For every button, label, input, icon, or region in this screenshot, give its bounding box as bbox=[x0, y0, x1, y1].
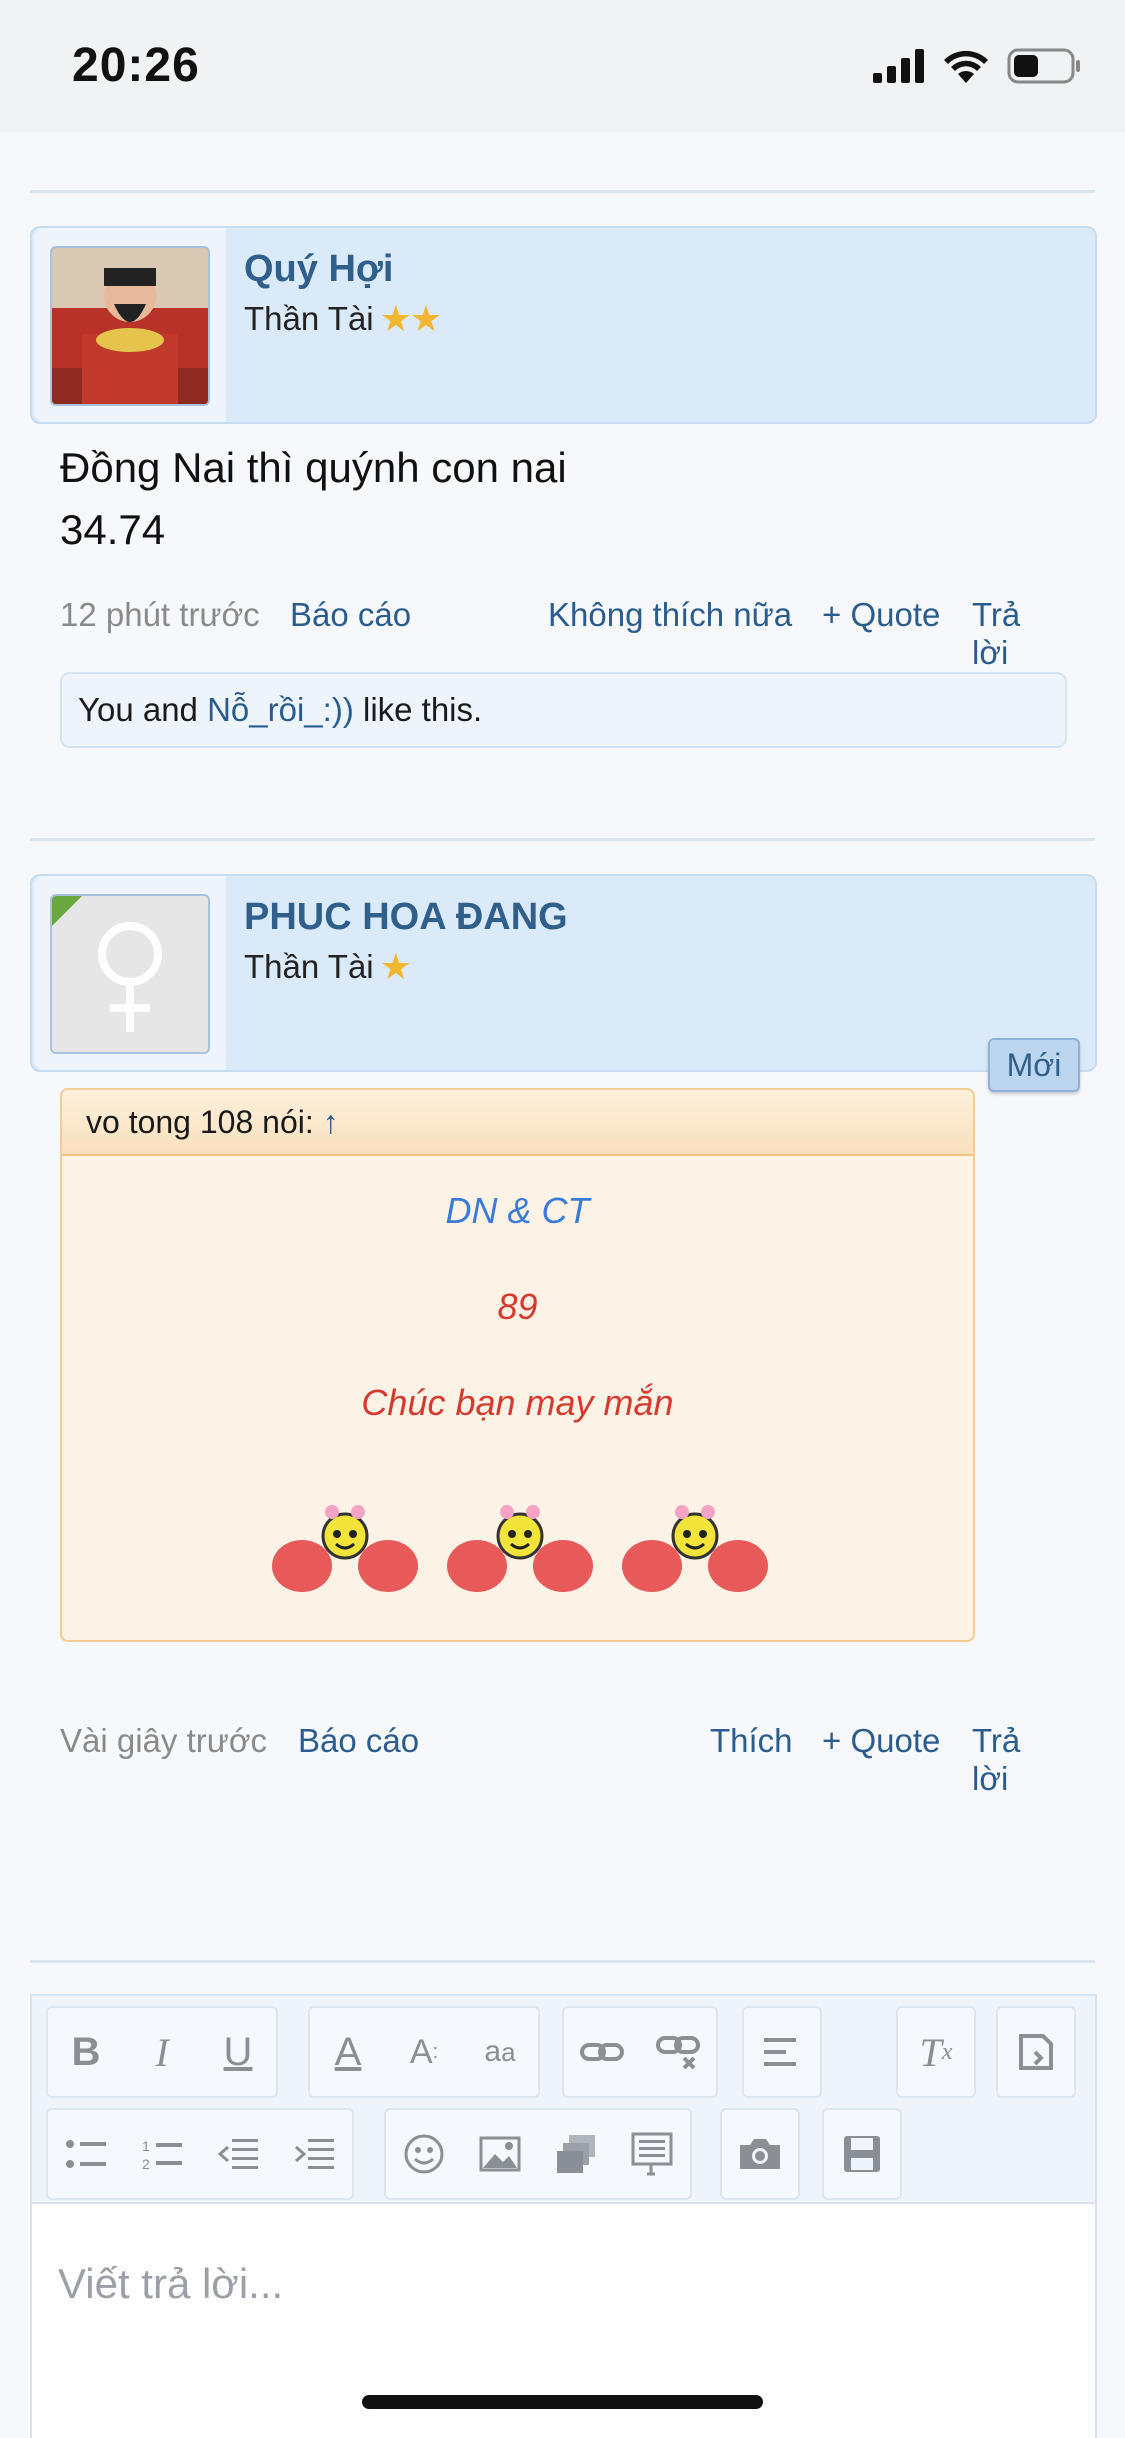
avatar-wrap bbox=[34, 876, 226, 1070]
quote-author: vo tong 108 nói: bbox=[86, 1104, 314, 1140]
template-icon[interactable] bbox=[614, 2110, 690, 2198]
signal-icon bbox=[873, 49, 924, 83]
underline-icon[interactable]: U bbox=[200, 2008, 276, 2096]
toolbar-group: 12 bbox=[46, 2108, 354, 2200]
likes-text: You and Nỗ_rồi_:)) like this. bbox=[78, 674, 482, 746]
quote-line: DN & CT bbox=[445, 1190, 590, 1231]
avatar-image bbox=[52, 248, 208, 404]
remove-format-icon[interactable]: Tx bbox=[898, 2008, 974, 2096]
post-meta: 12 phút trước Báo cáo Không thích nữa + … bbox=[60, 596, 1065, 671]
quote-link[interactable]: + Quote bbox=[822, 1722, 940, 1760]
bee-emoticon bbox=[622, 1505, 768, 1592]
toolbar-group bbox=[822, 2108, 902, 2200]
toolbar-group bbox=[742, 2006, 822, 2098]
post-meta: Vài giây trước Báo cáo Thích + Quote Trả… bbox=[60, 1722, 1065, 1797]
quote-line: Chúc bạn may mắn bbox=[361, 1382, 674, 1423]
female-icon bbox=[52, 896, 162, 1032]
toolbar-group: B I U bbox=[46, 2006, 278, 2098]
toolbar-group bbox=[996, 2006, 1076, 2098]
report-link[interactable]: Báo cáo bbox=[290, 596, 411, 634]
star-icon: ★ bbox=[379, 298, 412, 339]
media-icon[interactable] bbox=[538, 2110, 614, 2198]
reply-input[interactable]: Viết trả lời... bbox=[58, 2260, 283, 2308]
avatar[interactable] bbox=[50, 246, 210, 406]
star-icon: ★ bbox=[379, 946, 412, 987]
reply-link[interactable]: Trả lời bbox=[972, 1722, 1065, 1798]
align-icon[interactable] bbox=[744, 2008, 820, 2096]
image-icon[interactable] bbox=[462, 2110, 538, 2198]
unlike-link[interactable]: Không thích nữa bbox=[548, 596, 792, 634]
toolbar-group bbox=[384, 2108, 692, 2200]
divider bbox=[30, 1960, 1095, 1963]
likes-summary: You and Nỗ_rồi_:)) like this. bbox=[60, 672, 1067, 748]
username[interactable]: PHUC HOA ĐANG bbox=[244, 896, 568, 939]
quote-line: 89 bbox=[497, 1286, 538, 1327]
save-icon[interactable] bbox=[824, 2110, 900, 2198]
bullet-list-icon[interactable] bbox=[48, 2110, 124, 2198]
message-line: 34.74 bbox=[60, 506, 166, 553]
report-link[interactable]: Báo cáo bbox=[298, 1722, 419, 1760]
quote-header: vo tong 108 nói: ↑ bbox=[62, 1090, 973, 1156]
avatar[interactable] bbox=[50, 894, 210, 1054]
post-time[interactable]: 12 phút trước bbox=[60, 596, 260, 634]
bee-emoticon bbox=[272, 1505, 418, 1592]
battery-icon bbox=[1007, 48, 1080, 84]
username[interactable]: Quý Hợi bbox=[244, 248, 393, 291]
divider bbox=[30, 838, 1095, 841]
toolbar-group bbox=[562, 2006, 718, 2098]
svg-text:1: 1 bbox=[142, 2138, 150, 2154]
user-title-text: Thần Tài bbox=[244, 948, 374, 985]
editor-toolbar: B I U A A: aa Tx 1 2 bbox=[32, 1996, 1095, 2204]
unlink-icon[interactable] bbox=[640, 2008, 716, 2096]
indent-icon[interactable] bbox=[276, 2110, 352, 2198]
smiley-row bbox=[270, 1500, 770, 1620]
status-time: 20:26 bbox=[72, 39, 200, 92]
quote-block: vo tong 108 nói: ↑ DN & CT 89 Chúc bạn m… bbox=[60, 1088, 975, 1642]
quote-link[interactable]: + Quote bbox=[822, 596, 940, 634]
star-icon: ★ bbox=[409, 298, 443, 339]
likes-suffix: like this. bbox=[353, 691, 483, 728]
text-color-icon[interactable]: A bbox=[310, 2008, 386, 2096]
liker-link[interactable]: Nỗ_rồi_:)) bbox=[207, 691, 354, 728]
status-icons bbox=[873, 48, 1081, 84]
home-indicator bbox=[362, 2395, 763, 2409]
italic-icon[interactable]: I bbox=[124, 2008, 200, 2096]
font-family-icon[interactable]: aa bbox=[462, 2008, 538, 2096]
link-icon[interactable] bbox=[564, 2008, 640, 2096]
code-icon[interactable] bbox=[998, 2008, 1074, 2096]
svg-text:2: 2 bbox=[142, 2156, 150, 2171]
quote-jump-arrow[interactable]: ↑ bbox=[323, 1104, 339, 1140]
avatar-wrap bbox=[34, 228, 226, 422]
message-line: Đồng Nai thì quýnh con nai bbox=[60, 444, 567, 491]
toolbar-group: Tx bbox=[896, 2006, 976, 2098]
post-header: Quý Hợi Thần Tài ★ ★ bbox=[30, 226, 1097, 424]
outdent-icon[interactable] bbox=[200, 2110, 276, 2198]
font-size-icon[interactable]: A: bbox=[386, 2008, 462, 2096]
post-header: PHUC HOA ĐANG Thần Tài ★ bbox=[30, 874, 1097, 1072]
reply-link[interactable]: Trả lời bbox=[972, 596, 1065, 672]
camera-icon[interactable] bbox=[722, 2110, 798, 2198]
new-badge: Mới bbox=[988, 1038, 1080, 1092]
user-title: Thần Tài ★ bbox=[244, 946, 412, 988]
post-time[interactable]: Vài giây trước bbox=[60, 1722, 267, 1760]
user-title-text: Thần Tài bbox=[244, 300, 374, 337]
status-bar: 20:26 bbox=[0, 0, 1125, 132]
smiley-icon[interactable] bbox=[386, 2110, 462, 2198]
wifi-icon bbox=[944, 50, 988, 83]
user-title: Thần Tài ★ ★ bbox=[244, 298, 442, 340]
likes-prefix: You and bbox=[78, 691, 208, 728]
toolbar-group: A A: aa bbox=[308, 2006, 540, 2098]
bold-icon[interactable]: B bbox=[48, 2008, 124, 2096]
toolbar-group bbox=[720, 2108, 800, 2200]
divider bbox=[30, 190, 1095, 193]
bee-emoticon bbox=[447, 1505, 593, 1592]
like-link[interactable]: Thích bbox=[710, 1722, 793, 1760]
numbered-list-icon[interactable]: 12 bbox=[124, 2110, 200, 2198]
reply-editor: B I U A A: aa Tx 1 2 Viết trả lời... bbox=[30, 1994, 1097, 2438]
